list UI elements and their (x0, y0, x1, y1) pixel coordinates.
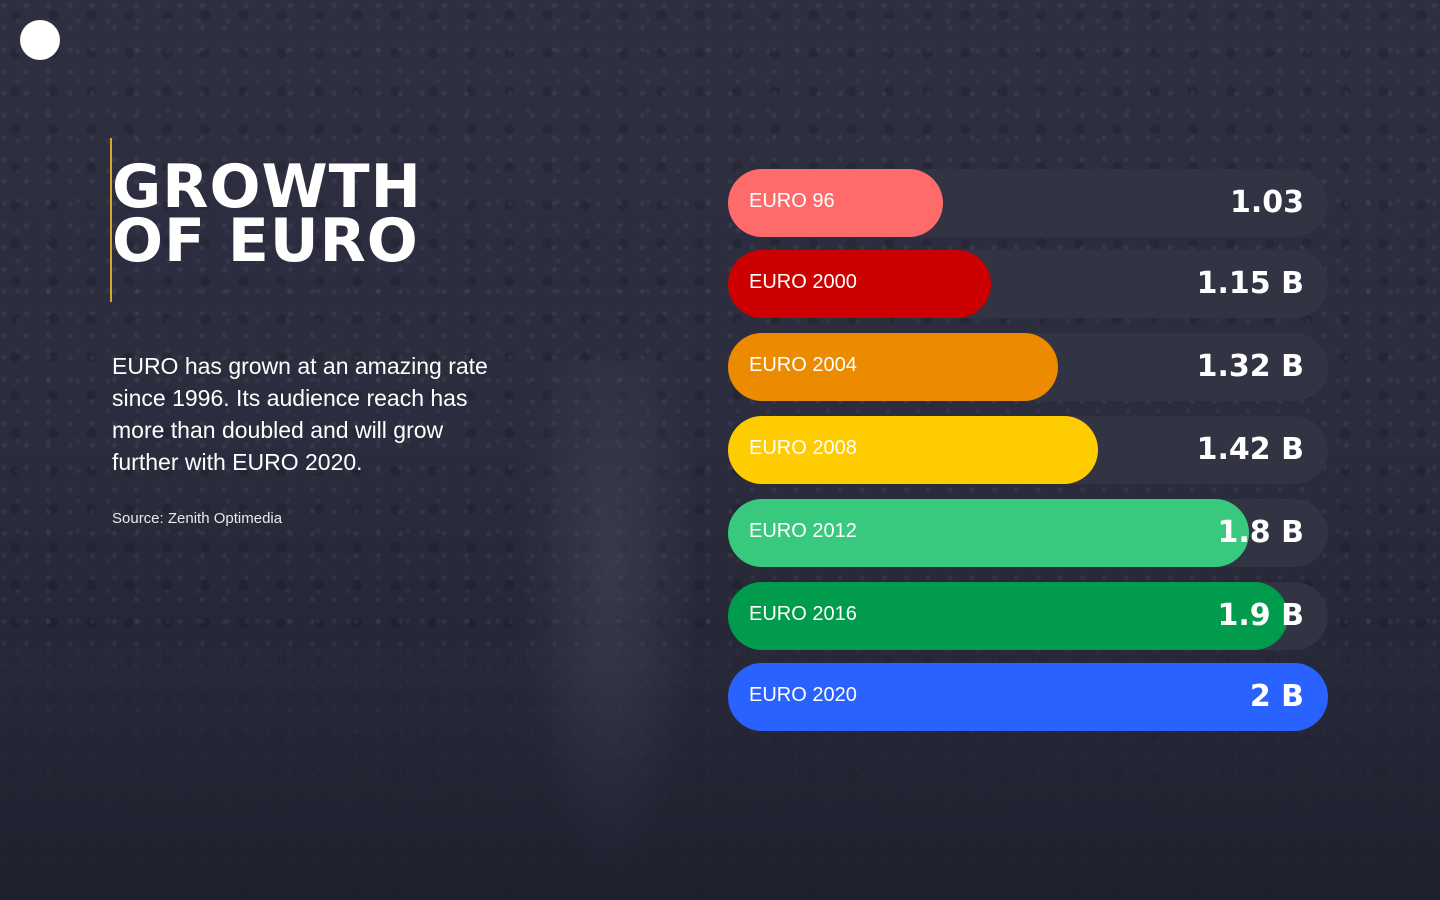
bar-track: EURO 2008 1.42 B (728, 416, 1328, 484)
bar-track: EURO 2020 2 B (728, 663, 1328, 731)
bar-value-label: 1.8 B (1217, 515, 1304, 550)
page-title: GROWTH OF EURO (112, 152, 422, 276)
bar-track: EURO 96 1.03 (728, 169, 1328, 237)
bar-chart: EURO 96 1.03 EURO 2000 1.15 B EURO 2004 1.32 … (728, 169, 1328, 732)
title-block: GROWTH OF EURO (110, 138, 532, 302)
bar-category-label: EURO 2020 (749, 684, 857, 706)
bar-category-label: EURO 2004 (749, 354, 857, 376)
description-text: EURO has grown at an amazing rate since … (112, 353, 488, 475)
bar-value-label: 2 B (1249, 679, 1304, 714)
background-player-silhouette (520, 360, 700, 880)
bar-category-label: EURO 96 (749, 190, 835, 212)
logo-dot[interactable] (20, 20, 60, 60)
bar-value-label: 1.15 B (1196, 266, 1304, 301)
bar-value-label: 1.32 B (1196, 349, 1304, 384)
bar-value-label: 1.42 B (1196, 432, 1304, 467)
bar-category-label: EURO 2000 (749, 271, 857, 293)
bar-track: EURO 2000 1.15 B (728, 250, 1328, 318)
bar-value-label: 1.03 (1229, 185, 1304, 220)
bar-category-label: EURO 2012 (749, 520, 857, 542)
bar-track: EURO 2016 1.9 B (728, 582, 1328, 650)
bar-value-label: 1.9 B (1217, 598, 1304, 633)
bar-track: EURO 2012 1.8 B (728, 499, 1328, 567)
source-note: Source: Zenith Optimedia (112, 510, 283, 527)
bar-track: EURO 2004 1.32 B (728, 333, 1328, 401)
bar-category-label: EURO 2008 (749, 437, 857, 459)
bar-category-label: EURO 2016 (749, 603, 857, 625)
